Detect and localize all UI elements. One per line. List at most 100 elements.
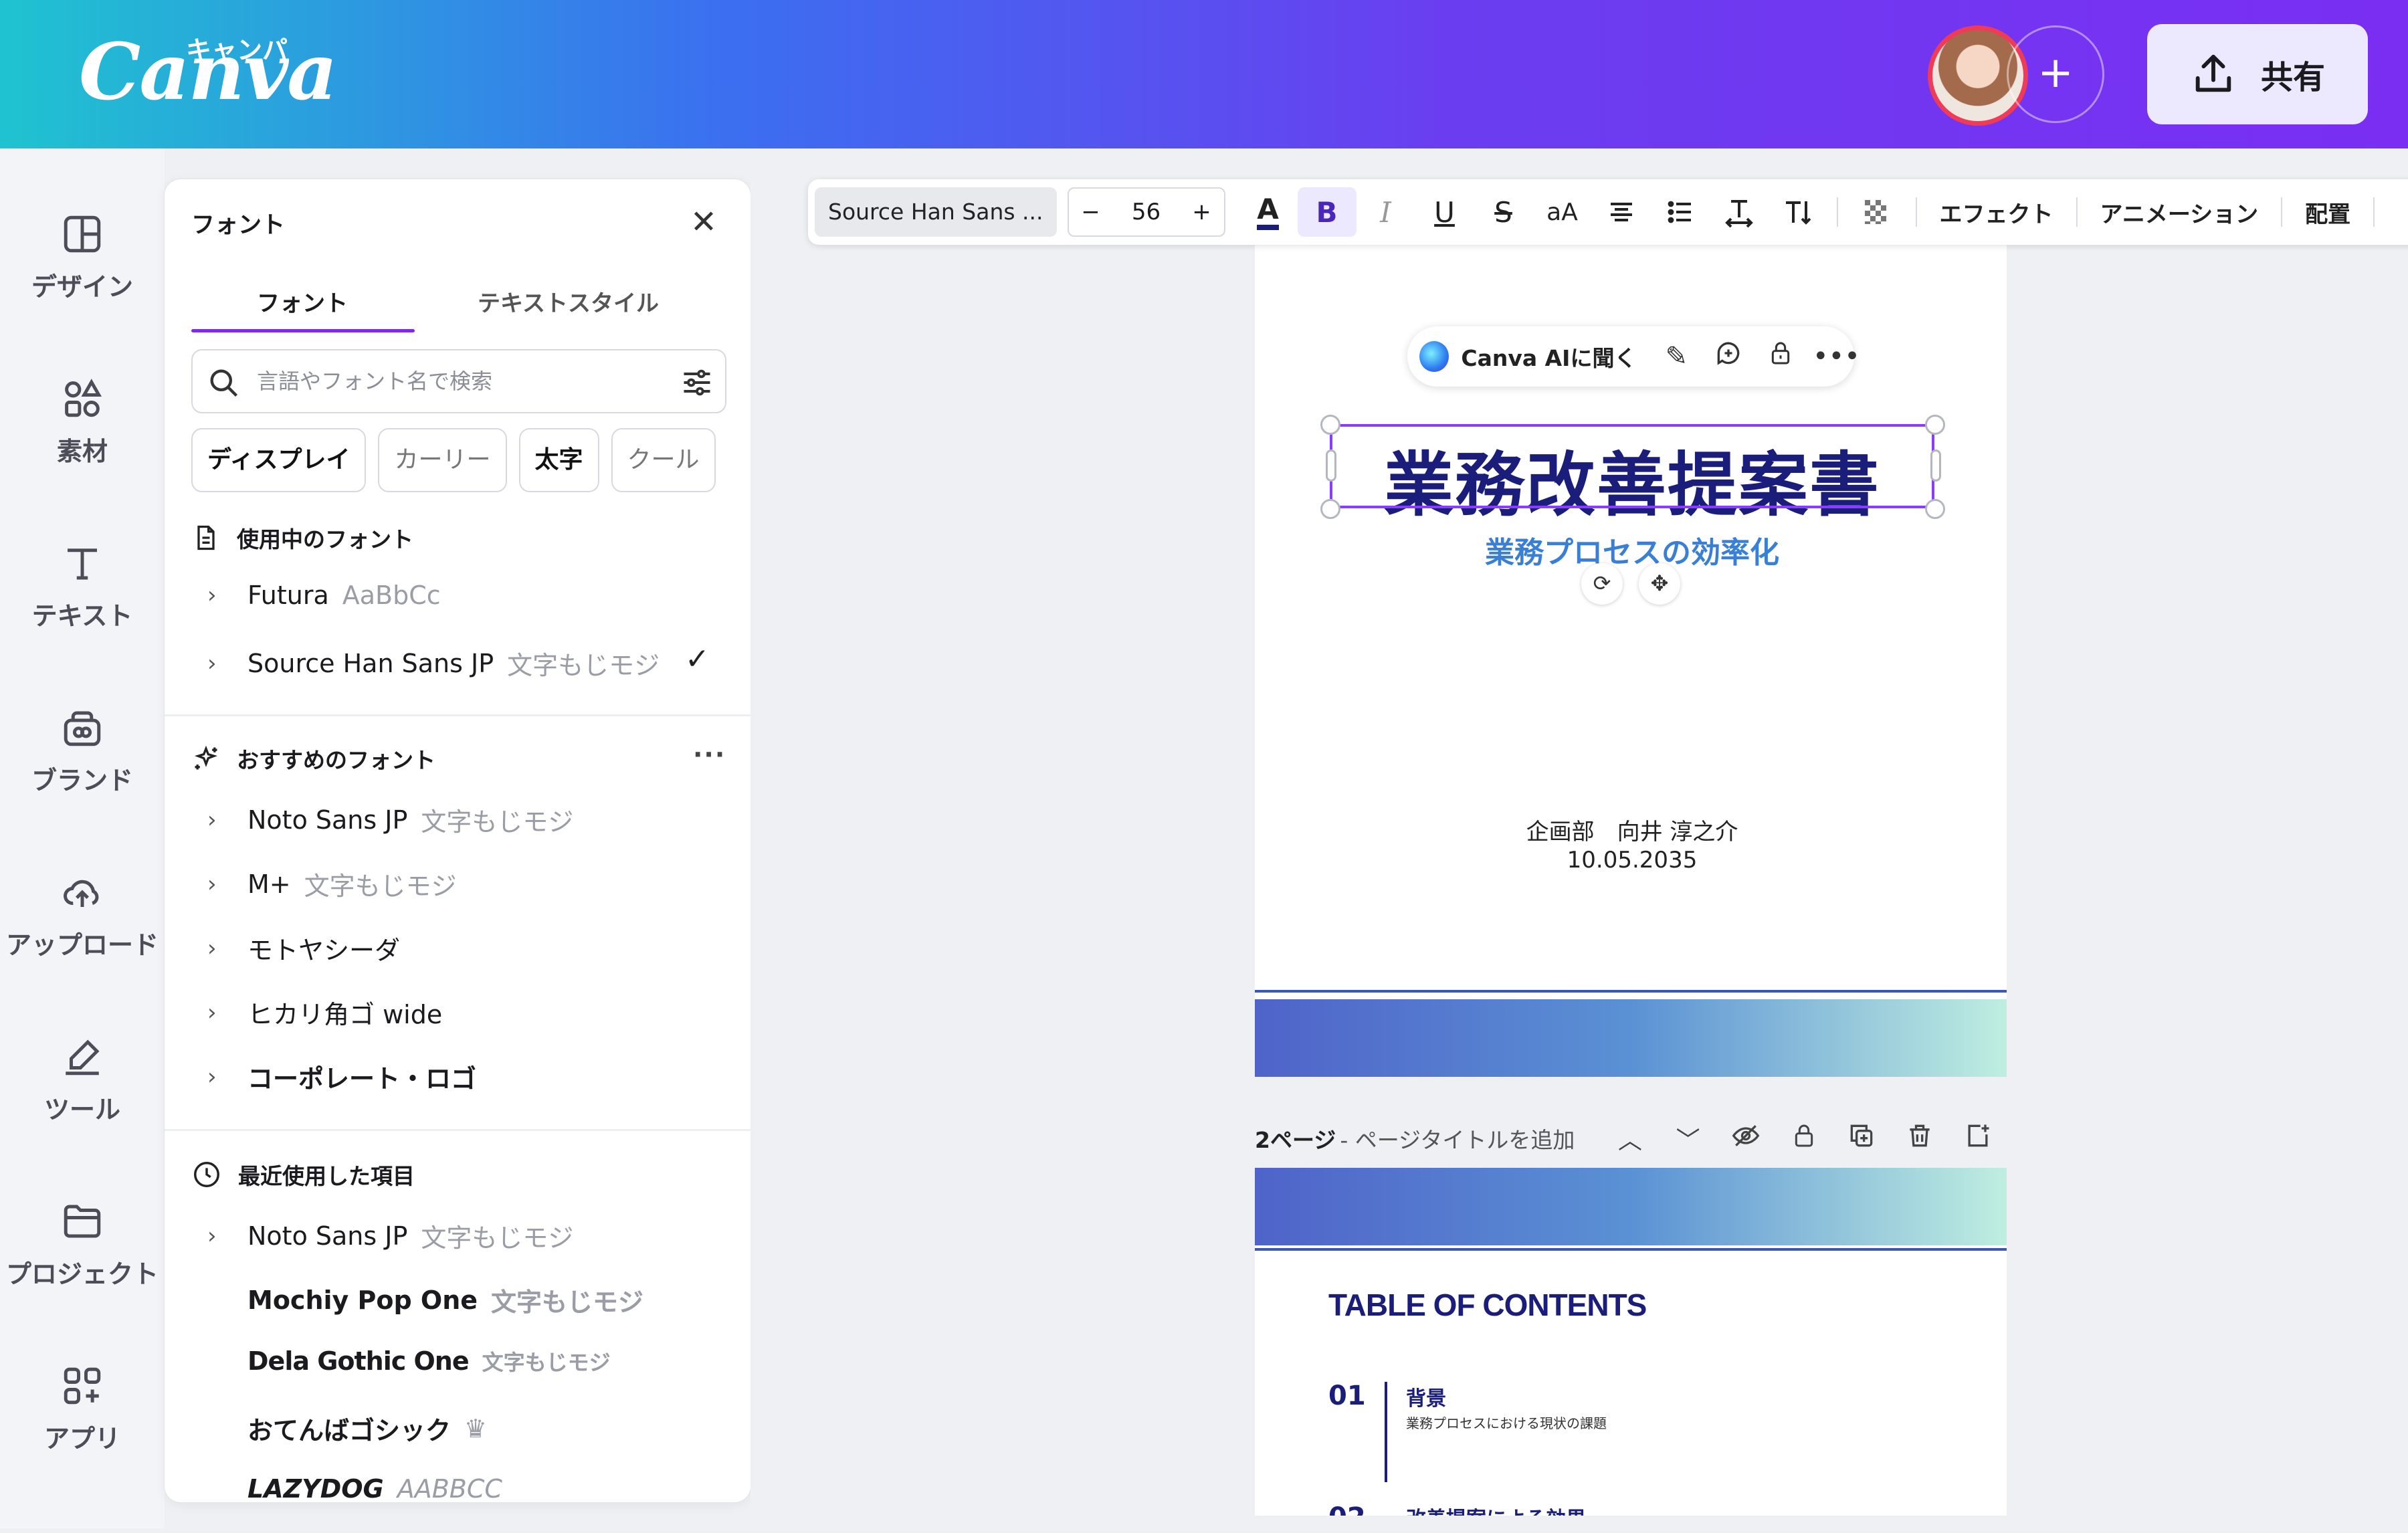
chevron-right-icon: › (207, 649, 217, 677)
chip-bold[interactable]: 太字 (518, 428, 599, 492)
ask-canva-ai-button[interactable]: Canva AIに聞く (1461, 340, 1636, 373)
duplicate-icon[interactable] (1833, 1121, 1891, 1156)
add-collaborator-button[interactable]: + (2007, 25, 2104, 123)
chip-cool[interactable]: クール (611, 428, 716, 492)
rail-upload[interactable]: アップロード (0, 860, 165, 961)
toc-heading[interactable]: 背景 (1406, 1382, 1446, 1411)
check-icon: ✓ (685, 642, 710, 676)
font-row-futura[interactable]: › Futura AaBbCc (207, 581, 441, 610)
sparkle-icon (194, 745, 218, 770)
font-row[interactable]: › コーポレート・ロゴ (207, 1058, 490, 1095)
chevron-up-icon[interactable]: ︿ (1601, 1121, 1660, 1156)
search-input[interactable] (257, 361, 672, 401)
font-row[interactable]: おてんばゴシック ♛ (207, 1410, 487, 1447)
apps-icon (64, 1367, 101, 1405)
rail-design[interactable]: デザイン (0, 202, 165, 303)
transparency-icon[interactable] (1847, 187, 1906, 237)
font-row-source-han[interactable]: › Source Han Sans JP 文字もじモジ (207, 645, 660, 682)
font-panel: フォント ✕ フォント テキストスタイル ディスプレイカーリー太字クールﾇ 使用… (165, 179, 750, 1502)
align-center-icon[interactable] (1592, 187, 1651, 237)
resize-handle[interactable] (1925, 499, 1945, 519)
doc-subtitle[interactable]: 業務プロセスの効率化 (1331, 528, 1933, 571)
upload-cloud-icon (64, 880, 99, 907)
doc-author[interactable]: 企画部 向井 淳之介 (1331, 813, 1933, 846)
toc-title[interactable]: TABLE OF CONTENTS (1328, 1287, 1647, 1323)
comment-icon[interactable] (1708, 338, 1748, 375)
lock-icon[interactable] (1775, 1121, 1833, 1156)
chevron-down-icon[interactable]: ﹀ (1659, 1121, 1717, 1156)
rail-label: テキスト (31, 601, 133, 631)
font-row[interactable]: Mochiy Pop One 文字もじモジ (207, 1282, 643, 1318)
rail-brand[interactable]: ブランド (0, 696, 165, 797)
strikethrough-button[interactable]: S (1474, 187, 1533, 237)
vertical-text-icon[interactable] (1769, 187, 1827, 237)
position-button[interactable]: 配置 (2292, 196, 2364, 229)
ai-context-bar: Canva AIに聞く ✎ ••• (1407, 326, 1860, 387)
rail-projects[interactable]: プロジェクト (0, 1189, 165, 1290)
rail-text[interactable]: テキスト (0, 531, 165, 632)
toc-number[interactable]: 01 (1328, 1381, 1366, 1411)
brand-icon (64, 711, 101, 746)
more-options-icon[interactable]: ··· (693, 740, 726, 769)
size-decrease-button[interactable]: − (1069, 199, 1113, 225)
font-selector[interactable]: Source Han Sans ... (815, 187, 1057, 237)
doc-date[interactable]: 10.05.2035 (1331, 847, 1933, 874)
more-icon[interactable]: ••• (1813, 341, 1860, 372)
panel-title: フォント (191, 212, 286, 239)
size-increase-button[interactable]: + (1180, 199, 1224, 225)
list-icon[interactable] (1651, 187, 1710, 237)
tab-fonts[interactable]: フォント (257, 285, 348, 318)
font-search[interactable] (191, 349, 726, 413)
font-row[interactable]: LAZYDOG AABBCC (207, 1474, 502, 1502)
font-size-value[interactable]: 56 (1113, 199, 1180, 225)
effects-button[interactable]: エフェクト (1926, 196, 2067, 229)
lock-icon[interactable] (1761, 338, 1801, 375)
canvas-bottom-mask (1255, 1516, 2007, 1528)
decor-band (1255, 999, 2007, 1077)
filter-sliders-icon[interactable] (680, 365, 714, 400)
rail-tools[interactable]: ツール (0, 1025, 165, 1126)
document-icon (197, 525, 215, 550)
side-handle[interactable] (1930, 449, 1941, 482)
chip-display[interactable]: ディスプレイ (191, 428, 367, 492)
rail-label: 素材 (56, 437, 108, 466)
font-row[interactable]: Dela Gothic One 文字もじモジ (207, 1346, 611, 1376)
rail-elements[interactable]: 素材 (0, 367, 165, 468)
rail-label: プロジェクト (5, 1259, 159, 1289)
font-row[interactable]: › ヒカリ角ゴ wide (207, 994, 456, 1031)
italic-button[interactable]: I (1357, 187, 1415, 237)
divider (165, 1129, 750, 1131)
font-row[interactable]: › モトヤシーダ (207, 930, 413, 966)
text-color-button[interactable]: A (1239, 187, 1298, 237)
side-handle[interactable] (1326, 449, 1336, 482)
bold-button[interactable]: B (1297, 187, 1357, 237)
toc-description[interactable]: 業務プロセスにおける現状の課題 (1406, 1413, 1607, 1432)
resize-handle[interactable] (1320, 415, 1340, 435)
canva-logo[interactable]: Canva キャンパ (79, 27, 337, 118)
letter-case-button[interactable]: aA (1533, 187, 1592, 237)
spacing-icon[interactable] (1710, 187, 1769, 237)
chevron-right-icon: › (207, 1222, 217, 1249)
resize-handle[interactable] (1320, 499, 1340, 519)
add-page-icon[interactable] (1948, 1121, 2007, 1156)
share-upload-icon (2195, 54, 2231, 92)
share-label: 共有 (2260, 59, 2325, 96)
share-button[interactable]: 共有 (2147, 24, 2368, 124)
font-row[interactable]: › Noto Sans JP 文字もじモジ (207, 801, 573, 838)
font-row[interactable]: › M+ 文字もじモジ (207, 865, 457, 902)
underline-button[interactable]: U (1415, 187, 1474, 237)
add-page-title[interactable]: - ページタイトルを追加 (1340, 1122, 1575, 1154)
rotate-icon[interactable]: ⟳ (1581, 563, 1623, 605)
magic-write-icon[interactable]: ✎ (1656, 341, 1696, 372)
trash-icon[interactable] (1891, 1121, 1949, 1156)
elements-icon (65, 379, 102, 417)
tab-text-styles[interactable]: テキストスタイル (478, 285, 659, 318)
animation-button[interactable]: アニメーション (2087, 196, 2272, 229)
resize-handle[interactable] (1925, 415, 1945, 435)
rail-apps[interactable]: アプリ (0, 1354, 165, 1455)
close-icon[interactable]: ✕ (685, 203, 722, 241)
font-row[interactable]: › Noto Sans JP 文字もじモジ (207, 1217, 573, 1254)
move-icon[interactable]: ✥ (1639, 563, 1680, 605)
hide-eye-icon[interactable] (1717, 1121, 1775, 1156)
chip-curly[interactable]: カーリー (378, 428, 507, 492)
